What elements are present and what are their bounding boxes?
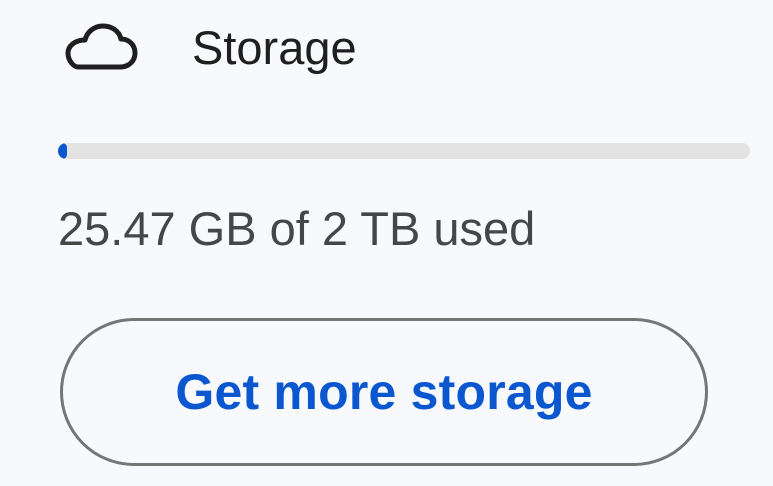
storage-usage-text: 25.47 GB of 2 TB used (58, 202, 536, 255)
storage-title: Storage (192, 21, 357, 74)
storage-progress-bar (58, 143, 750, 159)
cloud-icon (58, 23, 138, 73)
storage-header (58, 18, 138, 78)
get-more-storage-button[interactable]: Get more storage (60, 318, 708, 466)
get-more-storage-label: Get more storage (175, 364, 593, 420)
storage-progress-fill (58, 143, 67, 159)
